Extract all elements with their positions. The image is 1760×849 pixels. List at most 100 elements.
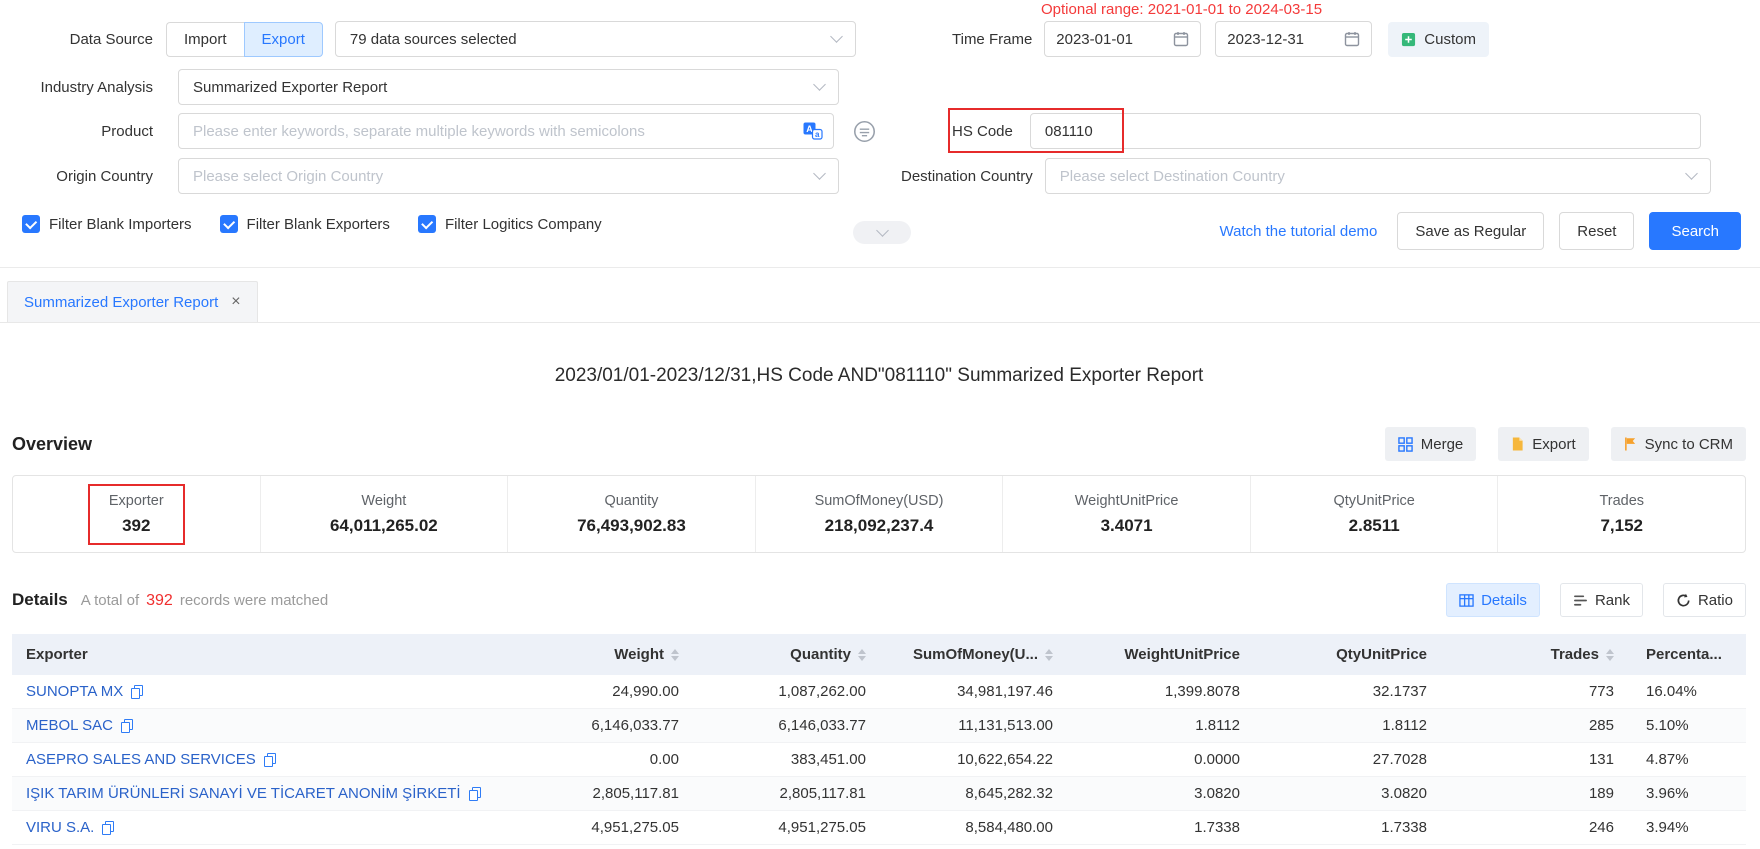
cell-weight: 24,990.00 bbox=[511, 675, 697, 708]
product-label: Product bbox=[0, 123, 166, 140]
svg-text:a: a bbox=[815, 130, 820, 139]
save-as-regular-button[interactable]: Save as Regular bbox=[1397, 212, 1544, 250]
chevron-down-icon bbox=[1685, 167, 1698, 180]
column-label: Trades bbox=[1551, 646, 1599, 663]
import-toggle-button[interactable]: Import bbox=[166, 22, 244, 57]
copy-icon[interactable] bbox=[264, 753, 276, 767]
stat-inner: Trades7,152 bbox=[1578, 484, 1665, 545]
sort-icon[interactable] bbox=[671, 649, 679, 661]
cell-wup: 1.8112 bbox=[1071, 709, 1258, 742]
exporter-link[interactable]: IŞIK TARIM ÜRÜNLERİ SANAYİ VE TİCARET AN… bbox=[26, 785, 461, 802]
destination-country-select[interactable]: Please select Destination Country bbox=[1045, 158, 1711, 194]
product-input[interactable] bbox=[193, 123, 803, 140]
data-sources-select[interactable]: 79 data sources selected bbox=[335, 21, 856, 57]
filter-blank-importers-checkbox[interactable]: Filter Blank Importers bbox=[22, 215, 192, 233]
stat-value: 76,493,902.83 bbox=[577, 516, 686, 536]
view-ratio-label: Ratio bbox=[1698, 592, 1733, 609]
cell-pct: 5.10% bbox=[1632, 709, 1746, 742]
filter-panel: Optional range: 2021-01-01 to 2024-03-15… bbox=[0, 0, 1760, 268]
exporter-link[interactable]: VIRU S.A. bbox=[26, 819, 94, 836]
column-header-trades[interactable]: Trades bbox=[1445, 634, 1632, 675]
exporter-link[interactable]: ASEPRO SALES AND SERVICES bbox=[26, 751, 256, 768]
filter-logistics-company-checkbox[interactable]: Filter Logitics Company bbox=[418, 215, 602, 233]
table-body: SUNOPTA MX24,990.001,087,262.0034,981,19… bbox=[12, 675, 1746, 845]
cell-trades: 246 bbox=[1445, 811, 1632, 844]
reset-button[interactable]: Reset bbox=[1559, 212, 1634, 250]
copy-icon[interactable] bbox=[469, 787, 481, 801]
expand-filters-button[interactable] bbox=[853, 221, 911, 244]
copy-icon[interactable] bbox=[131, 685, 143, 699]
column-header-weight[interactable]: Weight bbox=[511, 634, 697, 675]
checkbox-checked-icon[interactable] bbox=[418, 215, 436, 233]
checkbox-checked-icon[interactable] bbox=[22, 215, 40, 233]
origin-country-select[interactable]: Please select Origin Country bbox=[178, 158, 839, 194]
sort-icon[interactable] bbox=[1606, 649, 1614, 661]
destination-country-placeholder: Please select Destination Country bbox=[1060, 168, 1687, 185]
cell-sum: 11,131,513.00 bbox=[884, 709, 1071, 742]
tab-summarized-exporter-report[interactable]: Summarized Exporter Report × bbox=[7, 281, 258, 322]
column-header-quantity[interactable]: Quantity bbox=[697, 634, 884, 675]
origin-country-label: Origin Country bbox=[0, 168, 166, 185]
chevron-down-icon bbox=[813, 167, 826, 180]
details-heading: Details bbox=[12, 590, 68, 610]
export-toggle-button[interactable]: Export bbox=[244, 22, 323, 57]
cell-weight: 4,951,275.05 bbox=[511, 811, 697, 844]
cell-sum: 10,622,654.22 bbox=[884, 743, 1071, 776]
cell-pct: 16.04% bbox=[1632, 675, 1746, 708]
sort-icon[interactable] bbox=[1045, 649, 1053, 661]
table-grid-icon bbox=[1459, 593, 1474, 608]
stat-inner: QtyUnitPrice2.8511 bbox=[1312, 484, 1435, 545]
export-button[interactable]: Export bbox=[1498, 427, 1588, 461]
custom-range-button[interactable]: Custom bbox=[1388, 22, 1489, 57]
hs-code-input[interactable] bbox=[1045, 123, 1686, 140]
merge-button[interactable]: Merge bbox=[1385, 427, 1477, 461]
column-label: Quantity bbox=[790, 646, 851, 663]
calendar-icon bbox=[1344, 31, 1360, 47]
view-rank-button[interactable]: Rank bbox=[1560, 583, 1643, 617]
filter-blank-exporters-checkbox[interactable]: Filter Blank Exporters bbox=[220, 215, 390, 233]
stat-label: Quantity bbox=[604, 493, 658, 509]
exporter-link[interactable]: MEBOL SAC bbox=[26, 717, 113, 734]
sync-to-crm-button[interactable]: Sync to CRM bbox=[1611, 427, 1746, 461]
stat-label: WeightUnitPrice bbox=[1075, 493, 1179, 509]
tutorial-link[interactable]: Watch the tutorial demo bbox=[1220, 223, 1378, 240]
chevron-down-icon bbox=[813, 78, 826, 91]
overview-heading: Overview bbox=[12, 434, 92, 455]
cell-quantity: 6,146,033.77 bbox=[697, 709, 884, 742]
column-label: Weight bbox=[614, 646, 664, 663]
view-details-button[interactable]: Details bbox=[1446, 583, 1540, 617]
stat-inner: Weight64,011,265.02 bbox=[309, 484, 459, 545]
ratio-refresh-icon bbox=[1676, 593, 1691, 608]
stat-value: 64,011,265.02 bbox=[330, 516, 438, 536]
stat-inner: SumOfMoney(USD)218,092,237.4 bbox=[794, 484, 965, 545]
cell-exporter: VIRU S.A. bbox=[12, 811, 511, 844]
cell-weight: 6,146,033.77 bbox=[511, 709, 697, 742]
industry-analysis-select[interactable]: Summarized Exporter Report bbox=[178, 69, 839, 105]
data-sources-value: 79 data sources selected bbox=[350, 31, 832, 48]
cell-quantity: 1,087,262.00 bbox=[697, 675, 884, 708]
column-label: SumOfMoney(U... bbox=[913, 646, 1038, 663]
stat-value: 218,092,237.4 bbox=[825, 516, 934, 536]
chevron-down-icon bbox=[876, 224, 889, 237]
translate-icon[interactable]: Aa bbox=[803, 122, 823, 140]
sort-icon[interactable] bbox=[858, 649, 866, 661]
keyword-helper-icon[interactable] bbox=[851, 118, 877, 144]
view-ratio-button[interactable]: Ratio bbox=[1663, 583, 1746, 617]
optional-range-note: Optional range: 2021-01-01 to 2024-03-15 bbox=[1041, 1, 1322, 18]
search-button[interactable]: Search bbox=[1649, 212, 1741, 250]
report-title: 2023/01/01-2023/12/31,HS Code AND"081110… bbox=[12, 365, 1746, 387]
copy-icon[interactable] bbox=[121, 719, 133, 733]
column-header-exporter: Exporter bbox=[12, 634, 511, 675]
checkbox-checked-icon[interactable] bbox=[220, 215, 238, 233]
column-header-sumofmoney[interactable]: SumOfMoney(U... bbox=[884, 634, 1071, 675]
copy-icon[interactable] bbox=[102, 821, 114, 835]
exporter-link[interactable]: SUNOPTA MX bbox=[26, 683, 123, 700]
stat-label: QtyUnitPrice bbox=[1333, 493, 1414, 509]
close-icon[interactable]: × bbox=[231, 294, 240, 310]
merge-icon bbox=[1398, 437, 1413, 452]
end-date-input[interactable]: 2023-12-31 bbox=[1215, 21, 1372, 57]
start-date-input[interactable]: 2023-01-01 bbox=[1044, 21, 1201, 57]
cell-wup: 3.0820 bbox=[1071, 777, 1258, 810]
export-label: Export bbox=[1532, 436, 1575, 453]
column-header-percentage: Percenta... bbox=[1632, 634, 1746, 675]
